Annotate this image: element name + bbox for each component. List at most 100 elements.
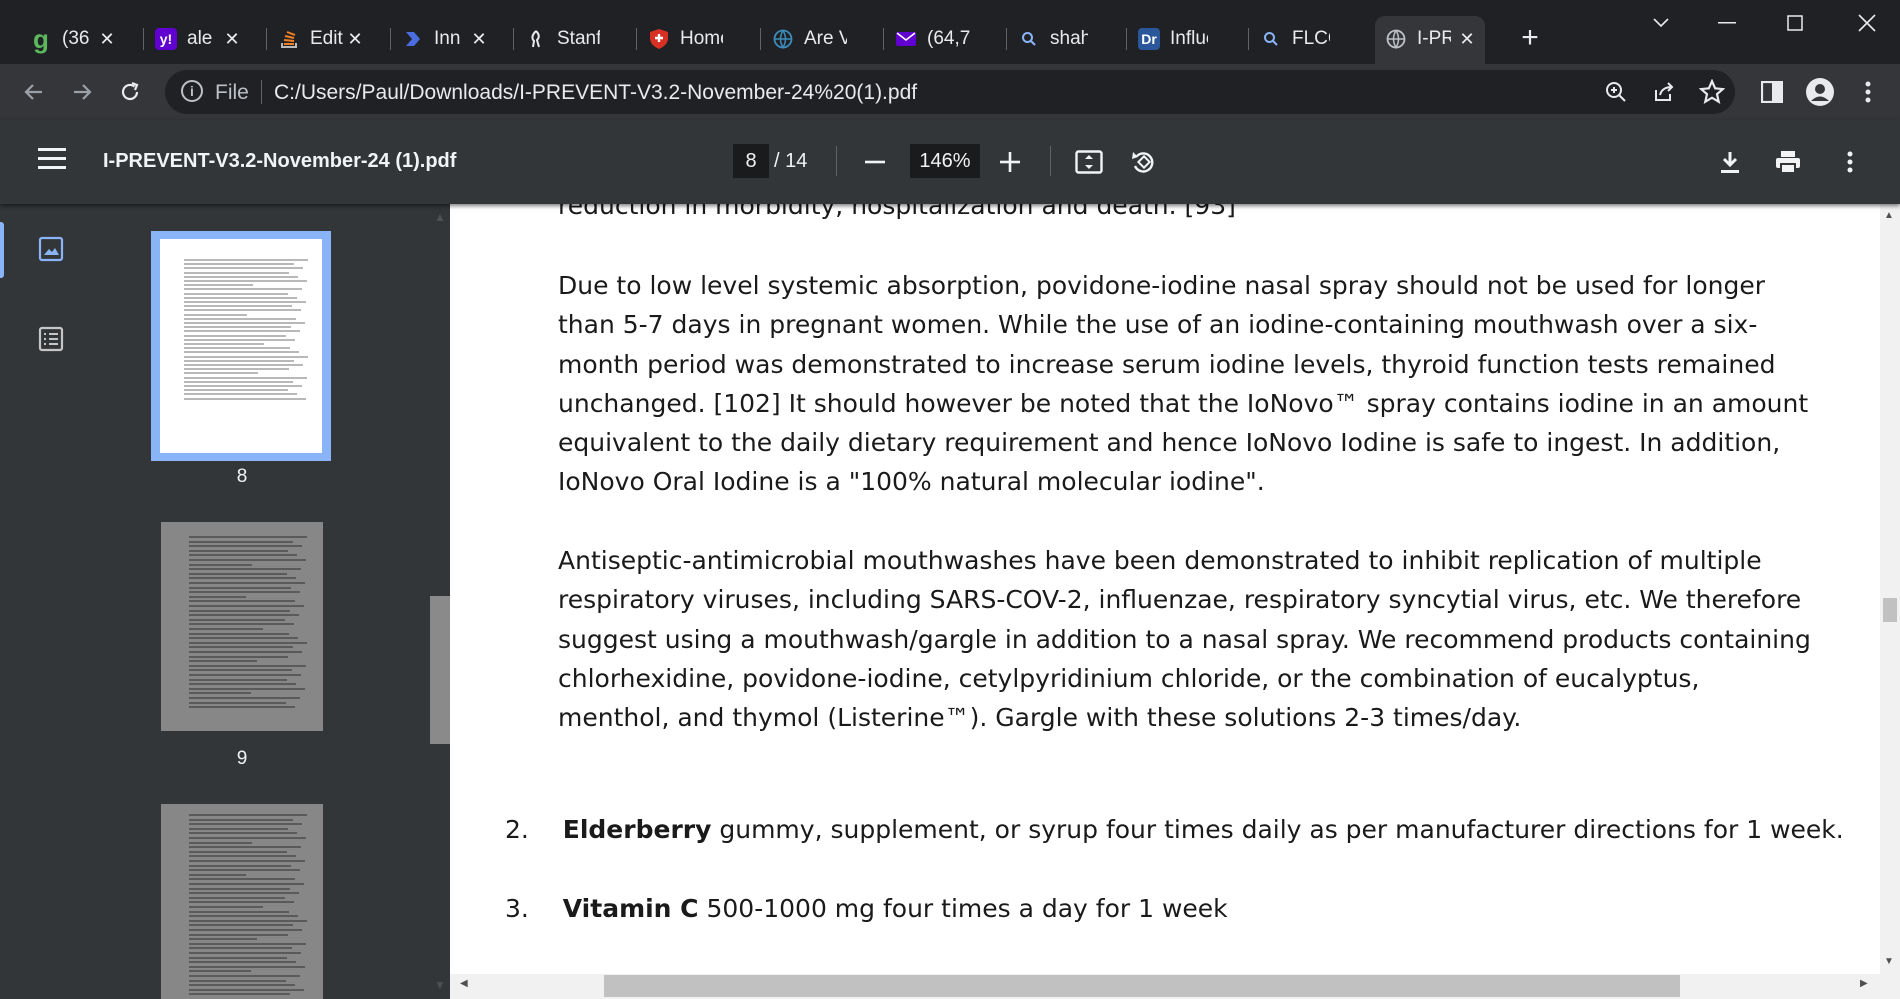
address-bar[interactable]: i File C:/Users/Paul/Downloads/I-PREVENT… xyxy=(165,70,1735,114)
thumbnail-text-line xyxy=(189,628,263,630)
outline-view-icon[interactable] xyxy=(38,326,64,357)
thumbnail-text-line xyxy=(189,536,307,538)
list-item-text: gummy, supplement, or syrup four times d… xyxy=(711,815,1844,844)
browser-tab[interactable]: Edit ✕ xyxy=(278,21,373,57)
pdf-viewport[interactable]: reduction in morbidity, hospitalization … xyxy=(450,204,1880,974)
thumbnail-text-line xyxy=(189,887,290,890)
browser-tab[interactable]: Stanford xyxy=(525,21,630,57)
maximize-button[interactable] xyxy=(1762,0,1828,46)
browser-tab[interactable]: Dr Influenz xyxy=(1138,21,1238,57)
url-text[interactable]: C:/Users/Paul/Downloads/I-PREVENT-V3.2-N… xyxy=(274,81,917,105)
bookmark-star-icon[interactable] xyxy=(1692,72,1732,112)
thumbnail-text-line xyxy=(189,846,301,849)
close-tab-icon[interactable]: ✕ xyxy=(1455,27,1479,51)
share-icon[interactable] xyxy=(1644,72,1684,112)
thumbnail-text-line xyxy=(189,837,306,839)
thumbnail-text-line xyxy=(189,664,306,667)
scroll-up-arrow-icon[interactable]: ▲ xyxy=(434,210,446,224)
page-thumbnail[interactable] xyxy=(161,522,323,731)
thumbnail-text-line xyxy=(189,697,300,699)
thumbnail-text-line xyxy=(189,678,287,681)
back-arrow-icon[interactable] xyxy=(14,72,54,112)
fit-page-icon[interactable] xyxy=(1069,142,1109,182)
site-info-icon[interactable]: i xyxy=(181,80,203,102)
close-tab-icon[interactable]: ✕ xyxy=(467,27,491,51)
thumbnail-text-line xyxy=(189,873,246,876)
reload-icon[interactable] xyxy=(110,72,150,112)
zoom-level-input[interactable]: 146% xyxy=(910,144,980,178)
zoom-icon[interactable] xyxy=(1596,72,1636,112)
sidebar-menu-icon[interactable] xyxy=(38,148,66,170)
page-scroll-up-icon[interactable]: ▲ xyxy=(1884,210,1894,221)
tab-favicon-icon xyxy=(772,28,794,50)
browser-tab[interactable]: (64,737 xyxy=(895,21,1000,57)
thumbnail-text-line xyxy=(184,263,294,266)
close-window-button[interactable] xyxy=(1834,0,1900,46)
browser-tab[interactable]: shahin9 xyxy=(1018,21,1118,57)
tab-title: (64,737 xyxy=(927,28,970,49)
tab-search-chevron-icon[interactable] xyxy=(1628,0,1694,46)
download-icon[interactable] xyxy=(1710,142,1750,182)
more-actions-icon[interactable] xyxy=(1830,142,1870,182)
browser-tab[interactable]: Home | xyxy=(648,21,753,57)
browser-menu-icon[interactable] xyxy=(1848,72,1888,112)
page-vertical-scrollbar[interactable] xyxy=(1880,204,1900,974)
thumbnail-text-line xyxy=(189,869,300,872)
thumbnail-text-line xyxy=(189,896,285,899)
rotate-icon[interactable] xyxy=(1123,142,1163,182)
zoom-out-icon[interactable] xyxy=(855,142,895,182)
tab-separator xyxy=(390,28,391,50)
thumbnail-text-line xyxy=(189,906,263,908)
tab-title: Stanford xyxy=(557,28,600,49)
side-panel-icon[interactable] xyxy=(1752,72,1792,112)
thumbnail-page-number: 9 xyxy=(236,748,248,769)
page-horizontal-scrollbar-thumb[interactable] xyxy=(604,975,1680,997)
sidebar-scrollbar-thumb[interactable] xyxy=(430,596,450,744)
zoom-in-icon[interactable] xyxy=(990,142,1030,182)
sidebar-selection-indicator xyxy=(0,222,4,278)
page-scroll-right-icon[interactable]: ▶ xyxy=(1860,978,1868,989)
thumbnail-text-line xyxy=(189,823,302,826)
text-line: menthol, and thymol (Listerine™). Gargle… xyxy=(558,703,1522,733)
browser-tab[interactable]: g (36 ✕ xyxy=(30,21,125,57)
new-tab-button[interactable]: + xyxy=(1515,20,1545,56)
page-number-input[interactable]: 8 xyxy=(733,144,769,178)
thumbnail-text-line xyxy=(189,988,304,991)
thumbnail-text-line xyxy=(189,674,301,676)
tab-favicon-icon: g xyxy=(33,23,49,54)
thumbnail-text-line xyxy=(189,975,300,977)
thumbnail-text-line xyxy=(189,660,257,663)
close-tab-icon[interactable]: ✕ xyxy=(343,27,367,51)
profile-avatar-icon[interactable] xyxy=(1800,72,1840,112)
thumbnail-text-line xyxy=(189,692,251,695)
close-tab-icon[interactable]: ✕ xyxy=(220,27,244,51)
thumbnail-text-line xyxy=(184,385,302,387)
thumbnail-text-line xyxy=(189,910,289,913)
browser-tab[interactable]: Are Vac xyxy=(772,21,877,57)
thumbnail-text-line xyxy=(189,591,300,594)
browser-tab[interactable]: FLCCC+ xyxy=(1260,21,1360,57)
print-icon[interactable] xyxy=(1768,142,1808,182)
scroll-down-arrow-icon[interactable]: ▼ xyxy=(434,978,446,992)
thumbnails-view-icon[interactable] xyxy=(38,236,64,267)
thumbnail-text-line xyxy=(189,841,252,844)
thumbnail-text-line xyxy=(184,393,297,396)
browser-tab[interactable]: Inn ✕ xyxy=(402,21,497,57)
page-thumbnail[interactable] xyxy=(160,239,322,453)
tab-separator xyxy=(266,28,267,50)
browser-tab[interactable]: y! ale ✕ xyxy=(155,21,250,57)
tab-separator xyxy=(1006,28,1007,50)
minimize-button[interactable] xyxy=(1694,0,1760,46)
page-vertical-scrollbar-thumb[interactable] xyxy=(1883,598,1897,622)
page-scroll-down-icon[interactable]: ▼ xyxy=(1884,956,1894,967)
tab-active[interactable]: I-PR ✕ xyxy=(1385,21,1485,57)
thumbnail-text-line xyxy=(184,351,299,354)
close-tab-icon[interactable]: ✕ xyxy=(95,27,119,51)
forward-arrow-icon[interactable] xyxy=(62,72,102,112)
thumbnail-text-line xyxy=(184,343,264,345)
thumbnail-text-line xyxy=(189,586,291,589)
page-scroll-left-icon[interactable]: ◀ xyxy=(460,978,468,989)
tab-title: Influenz xyxy=(1170,28,1208,49)
page-thumbnail[interactable] xyxy=(161,804,323,999)
thumbnail-text-line xyxy=(189,623,294,626)
